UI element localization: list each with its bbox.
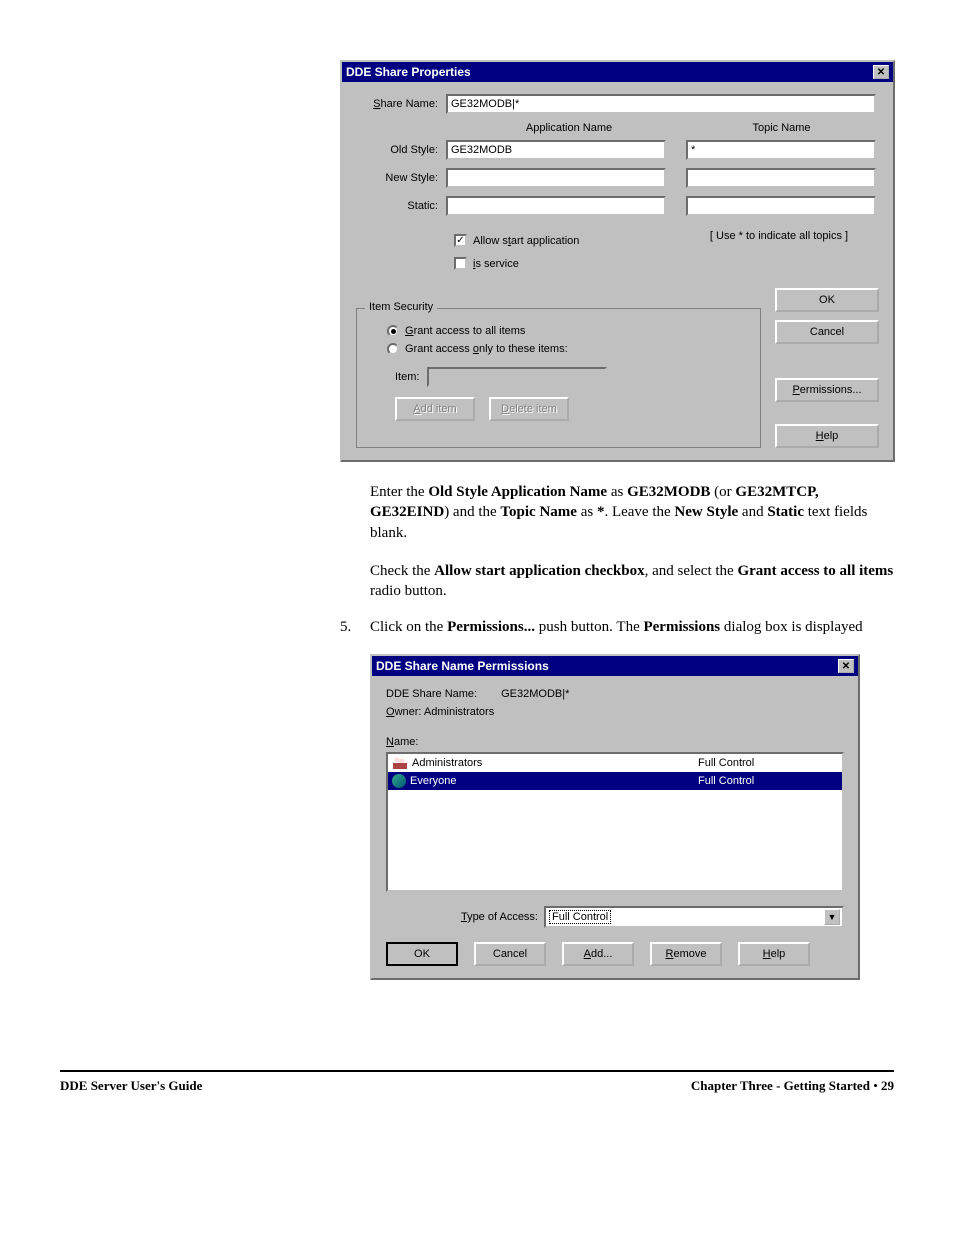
list-item-name: Everyone (410, 775, 694, 787)
allow-start-label: Allow start application (473, 235, 579, 247)
instruction-paragraph-1: Enter the Old Style Application Name as … (370, 482, 894, 543)
list-item-perm: Full Control (698, 757, 838, 769)
dialog-title: DDE Share Properties (346, 65, 471, 79)
topic-name-header: Topic Name (684, 122, 879, 134)
dde-share-properties-dialog: DDE Share Properties ✕ Share Name: Appli… (340, 60, 895, 462)
grant-only-label: Grant access only to these items: (405, 343, 568, 355)
help-button[interactable]: Help (775, 424, 879, 448)
static-app-input[interactable] (446, 196, 666, 216)
static-topic-input[interactable] (686, 196, 876, 216)
topic-hint: [ Use * to indicate all topics ] (679, 224, 879, 270)
users-icon (392, 756, 408, 770)
chevron-down-icon[interactable]: ▼ (824, 909, 840, 925)
static-label: Static: (356, 200, 446, 212)
share-name-label: Share Name: (356, 98, 446, 110)
item-security-group-label: Item Security (365, 301, 437, 313)
add-item-button: Add item (395, 397, 475, 421)
permissions-button[interactable]: Permissions... (775, 378, 879, 402)
dde-share-name-value: GE32MODB|* (501, 688, 569, 700)
new-style-topic-input[interactable] (686, 168, 876, 188)
titlebar: DDE Share Name Permissions ✕ (372, 656, 858, 676)
list-item[interactable]: Administrators Full Control (388, 754, 842, 772)
share-name-input[interactable] (446, 94, 876, 114)
grant-only-radio[interactable] (387, 343, 399, 355)
type-of-access-select[interactable]: Full Control ▼ (544, 906, 844, 928)
dde-share-name-label: DDE Share Name: (386, 688, 477, 700)
owner-label: Owner: Administrators (386, 706, 844, 718)
ok-button[interactable]: OK (775, 288, 879, 312)
new-style-app-input[interactable] (446, 168, 666, 188)
close-icon[interactable]: ✕ (838, 659, 854, 673)
cancel-button[interactable]: Cancel (474, 942, 546, 966)
list-item[interactable]: Everyone Full Control (388, 772, 842, 790)
add-button[interactable]: Add... (562, 942, 634, 966)
old-style-app-input[interactable] (446, 140, 666, 160)
item-label: Item: (395, 371, 419, 383)
ok-button[interactable]: OK (386, 942, 458, 966)
globe-icon (392, 774, 406, 788)
page-footer: DDE Server User's Guide Chapter Three - … (60, 1070, 894, 1094)
list-item-name: Administrators (412, 757, 694, 769)
titlebar: DDE Share Properties ✕ (342, 62, 893, 82)
close-icon[interactable]: ✕ (873, 65, 889, 79)
cancel-button[interactable]: Cancel (775, 320, 879, 344)
dialog-title: DDE Share Name Permissions (376, 659, 549, 673)
help-button[interactable]: Help (738, 942, 810, 966)
old-style-label: Old Style: (356, 144, 446, 156)
remove-button[interactable]: Remove (650, 942, 722, 966)
step-5: 5. Click on the Permissions... push butt… (340, 619, 894, 636)
type-of-access-label: Type of Access: (461, 911, 538, 923)
old-style-topic-input[interactable] (686, 140, 876, 160)
grant-all-label: Grant access to all items (405, 325, 525, 337)
item-input (427, 367, 607, 387)
footer-guide-title: DDE Server User's Guide (60, 1078, 202, 1094)
dde-share-name-permissions-dialog: DDE Share Name Permissions ✕ DDE Share N… (370, 654, 860, 980)
name-label: Name: (386, 736, 844, 748)
is-service-checkbox[interactable] (454, 257, 467, 270)
delete-item-button: Delete item (489, 397, 569, 421)
footer-chapter: Chapter Three - Getting Started • 29 (691, 1078, 894, 1094)
allow-start-checkbox[interactable]: ✓ (454, 234, 467, 247)
is-service-label: is service (473, 258, 519, 270)
new-style-label: New Style: (356, 172, 446, 184)
instruction-paragraph-2: Check the Allow start application checkb… (370, 561, 894, 602)
permissions-listbox[interactable]: Administrators Full Control Everyone Ful… (386, 752, 844, 892)
list-item-perm: Full Control (698, 775, 838, 787)
type-of-access-value: Full Control (549, 910, 611, 924)
application-name-header: Application Name (454, 122, 684, 134)
grant-all-radio[interactable] (387, 325, 399, 337)
